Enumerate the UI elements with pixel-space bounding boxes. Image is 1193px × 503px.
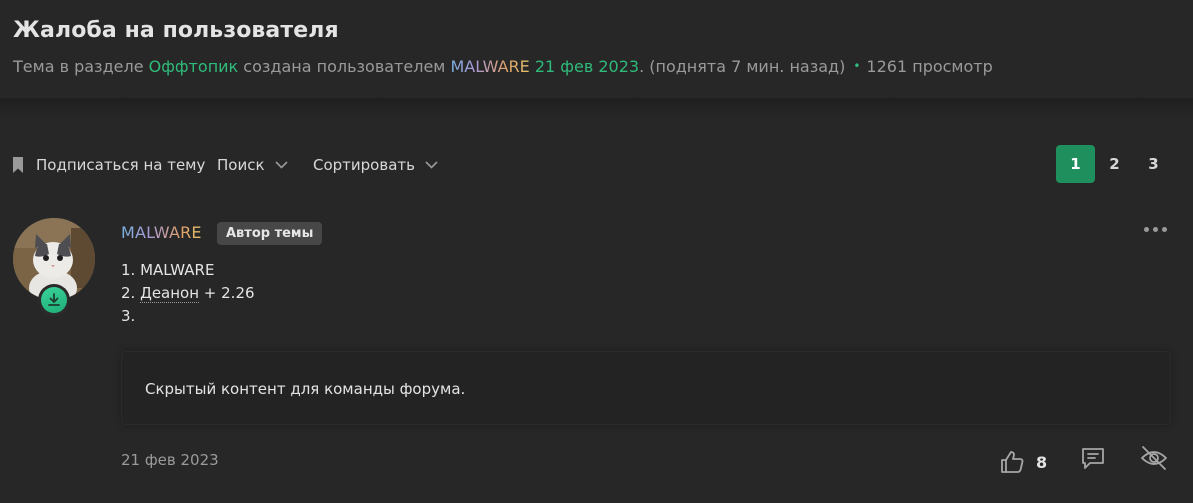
download-icon xyxy=(41,287,67,313)
thread-toolbar: Подписаться на тему Поиск Сортировать 1 … xyxy=(0,145,1193,185)
eye-off-icon xyxy=(1139,444,1169,472)
meta-prefix: Тема в разделе xyxy=(13,57,149,76)
sort-dropdown[interactable]: Сортировать xyxy=(313,145,438,185)
header-divider xyxy=(0,98,1193,118)
pagination: 1 2 3 xyxy=(1056,145,1173,185)
dot xyxy=(1152,226,1158,232)
page-title: Жалоба на пользователя xyxy=(13,18,339,43)
chevron-down-icon xyxy=(425,161,438,169)
comment-icon xyxy=(1079,444,1107,472)
user-badge xyxy=(38,284,70,316)
thread-meta: Тема в разделе Оффтопик создана пользова… xyxy=(13,57,993,76)
hide-button[interactable] xyxy=(1139,444,1169,480)
post-author-link[interactable]: MALWARE xyxy=(121,223,202,242)
thread-header: Жалоба на пользователя Тема в разделе Оф… xyxy=(0,0,1193,100)
post-line-2: 2. Деанон + 2.26 xyxy=(121,282,255,305)
post-line-2-suffix: + 2.26 xyxy=(199,284,255,302)
meta-date-link[interactable]: 21 фев 2023 xyxy=(530,57,639,76)
post-line-2-prefix: 2. xyxy=(121,284,141,302)
post-body: 1. MALWARE 2. Деанон + 2.26 3. xyxy=(121,259,255,328)
dot xyxy=(1161,226,1167,232)
search-label: Поиск xyxy=(217,156,265,174)
subscribe-button[interactable]: Подписаться на тему xyxy=(12,145,205,185)
chevron-down-icon xyxy=(274,161,288,169)
post-line-3: 3. xyxy=(121,307,136,325)
meta-bumped: . (поднята 7 мин. назад) xyxy=(639,57,846,76)
thread-page: Жалоба на пользователя Тема в разделе Оф… xyxy=(0,0,1193,503)
hidden-content-block: Скрытый контент для команды форума. xyxy=(121,351,1171,425)
like-count: 8 xyxy=(1036,452,1048,472)
author-badge: Автор темы xyxy=(217,222,323,245)
sort-label: Сортировать xyxy=(313,156,415,174)
thumbs-up-icon xyxy=(998,448,1026,476)
bookmark-icon xyxy=(12,157,24,173)
dot xyxy=(1143,226,1149,232)
meta-author-link[interactable]: MALWARE xyxy=(450,57,529,76)
deanon-link[interactable]: Деанон xyxy=(140,284,200,303)
page-button-2[interactable]: 2 xyxy=(1095,145,1134,183)
reply-button[interactable] xyxy=(1079,444,1107,480)
meta-views: 1261 просмотр xyxy=(866,57,993,76)
page-button-1[interactable]: 1 xyxy=(1056,145,1095,183)
page-button-3[interactable]: 3 xyxy=(1134,145,1173,183)
meta-separator-dot: • xyxy=(853,59,861,73)
more-dots-icon[interactable] xyxy=(1141,222,1169,236)
meta-created-by: создана пользователем xyxy=(238,57,451,76)
subscribe-label: Подписаться на тему xyxy=(36,156,206,174)
post-date-link[interactable]: 21 фев 2023 xyxy=(121,451,219,469)
section-link[interactable]: Оффтопик xyxy=(149,57,239,76)
post-line-1: 1. MALWARE xyxy=(121,261,215,279)
like-button[interactable]: 8 xyxy=(998,444,1047,480)
search-dropdown[interactable]: Поиск xyxy=(217,145,288,185)
hidden-content-text: Скрытый контент для команды форума. xyxy=(145,380,466,398)
